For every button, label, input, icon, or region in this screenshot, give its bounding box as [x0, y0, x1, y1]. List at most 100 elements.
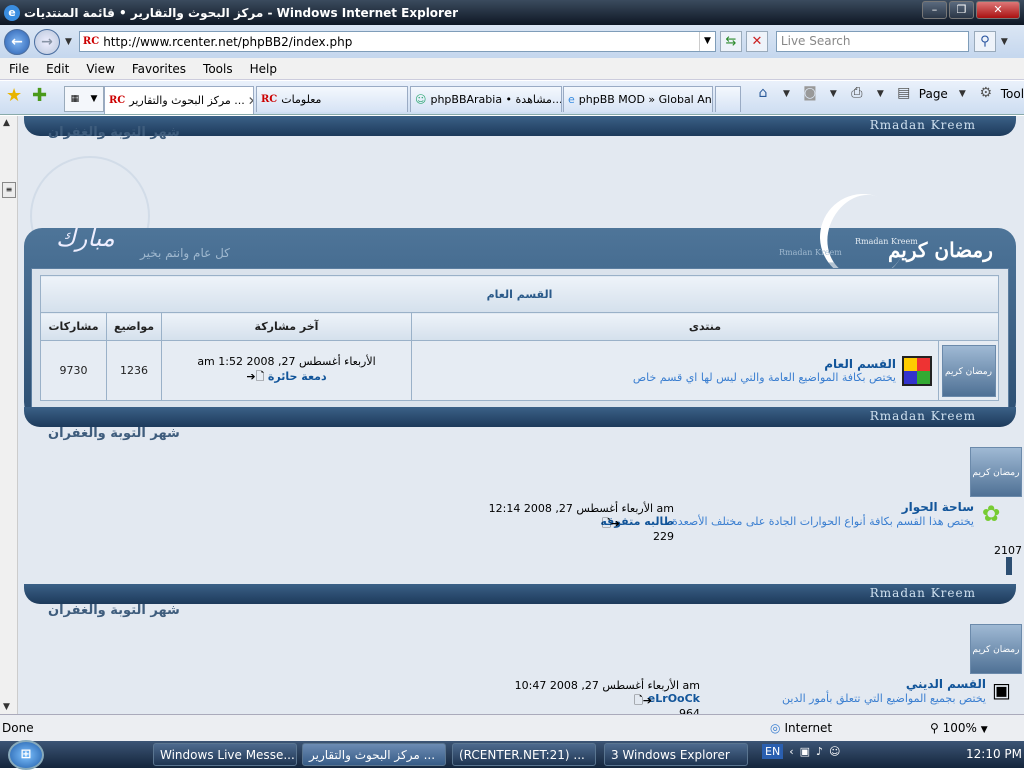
system-tray: EN ‹ ▣ ♪ ☺ [762, 744, 841, 759]
scroll-down-icon[interactable]: ▼ [3, 702, 10, 712]
clock[interactable]: 12:10 PM [966, 747, 1022, 761]
forum-name-link[interactable]: القسم الديني [906, 677, 986, 691]
refresh-button[interactable]: ⇆ [719, 31, 742, 52]
language-indicator[interactable]: EN [762, 744, 784, 759]
view-latest-post-icon[interactable]: 🗋➔ [246, 370, 264, 383]
network-icon[interactable]: ▣ [800, 745, 810, 758]
window-controls: – ❐ ✕ [922, 1, 1020, 19]
posts-count: 2107 [994, 544, 1022, 557]
window-title: مركز البحوث والتقارير • قائمة المنتديات … [24, 5, 459, 20]
taskbar-messenger[interactable]: Windows Live Messe... [153, 743, 297, 766]
last-post-user-link[interactable]: eLrOoCk [648, 692, 700, 705]
tab-close-icon[interactable]: ✕ [245, 94, 253, 108]
menu-edit[interactable]: Edit [37, 62, 77, 76]
start-button[interactable]: ⊞ [8, 739, 44, 770]
favorites-star-icon[interactable]: ★ [6, 85, 22, 106]
home-dropdown-icon[interactable]: ▼ [783, 89, 790, 99]
vertical-scrollbar[interactable]: ▲ ≡ ▼ [0, 116, 18, 714]
forum-name-link[interactable]: ساحة الحوار [902, 500, 974, 514]
close-button[interactable]: ✕ [976, 1, 1020, 19]
page-dropdown-icon[interactable]: ▼ [959, 89, 966, 99]
taskbar-ie[interactable]: مركز البحوث والتقارير ... [302, 743, 446, 766]
zoom-icon: ⚲ [930, 721, 939, 735]
section-title-3: شهر التوبة والغفران [48, 603, 180, 618]
maximize-button[interactable]: ❐ [949, 1, 974, 19]
page-menu[interactable]: Page [919, 87, 948, 101]
view-latest-post-icon[interactable]: 🗋➔ [602, 515, 620, 534]
rc-tab-icon: RC [109, 95, 126, 106]
tab-phpbbarabia[interactable]: ☺ phpBBArabia • مشاهدة... [410, 86, 562, 112]
view-latest-post-icon[interactable]: 🗋➔ [634, 692, 652, 711]
feeds-dropdown-icon[interactable]: ▼ [830, 89, 837, 99]
security-zone[interactable]: ◎ Internet [770, 721, 832, 735]
menu-help[interactable]: Help [241, 62, 285, 76]
topics-count: 964 [679, 707, 700, 714]
header-posts: مشاركات [40, 312, 107, 341]
ie-tab-icon: e [568, 93, 575, 106]
add-favorite-icon[interactable]: ✚ [32, 85, 47, 106]
scroll-thumb[interactable]: ≡ [2, 182, 16, 198]
forum-folder-icon: رمضان كريم [970, 624, 1022, 674]
tray-expand-icon[interactable]: ‹ [789, 745, 793, 758]
menu-favorites[interactable]: Favorites [123, 62, 194, 76]
feeds-icon[interactable]: ◙ [801, 85, 819, 103]
forum-description: يختص هذا القسم بكافة أنواع الحوارات الجا… [672, 515, 974, 528]
history-dropdown-icon[interactable]: ▼ [65, 37, 72, 47]
gear-icon: ⚙ [979, 85, 993, 101]
url-text[interactable]: http://www.rcenter.net/phpBB2/index.php [103, 35, 699, 49]
forum-info-cell: القسم العام يختص بكافة المواضيع العامة و… [411, 340, 939, 401]
print-icon[interactable]: ⎙ [848, 85, 866, 103]
search-options-icon[interactable]: ▼ [1001, 37, 1008, 47]
forum-description: يختص بجميع المواضيع التي تتعلق بأمور الد… [782, 692, 986, 705]
scroll-up-icon[interactable]: ▲ [3, 118, 10, 128]
table-row: رمضان كريم القسم العام يختص بكافة المواض… [40, 340, 999, 401]
search-button[interactable]: ⚲ [973, 31, 996, 52]
minimize-button[interactable]: – [922, 1, 947, 19]
forum-description: يختص بكافة المواضيع العامة والتي ليس لها… [632, 371, 896, 384]
topics-count: 229 [653, 530, 674, 543]
forward-button[interactable]: → [34, 28, 60, 55]
quick-tabs-button[interactable]: ▦ ▼ [64, 86, 104, 112]
menu-view[interactable]: View [77, 62, 122, 76]
volume-icon[interactable]: ♪ [816, 745, 823, 758]
tab-phpbbmod[interactable]: e phpBB MOD » Global An... [563, 86, 713, 112]
greeting-text: كل عام وانتم بخير [140, 246, 230, 260]
back-button[interactable]: ← [4, 28, 30, 55]
search-input[interactable]: Live Search [775, 31, 969, 52]
address-toolbar: ← → ▼ RC http://www.rcenter.net/phpBB2/i… [0, 25, 1024, 58]
ramadan-title: رمضان كريم [888, 238, 993, 262]
ie-logo-icon: e [4, 4, 20, 21]
zoom-dropdown-icon[interactable]: ▼ [981, 725, 988, 735]
tab-info[interactable]: RC معلومات [256, 86, 408, 112]
status-text: Done [2, 721, 34, 735]
tab-rcenter[interactable]: RC مركز البحوث والتقارير ... ✕ [104, 86, 254, 114]
tab-row: ★ ✚ ▦▼ RC مركز البحوث والتقارير ... ✕ RC… [0, 81, 1024, 115]
menu-bar: File Edit View Favorites Tools Help [0, 58, 1024, 80]
header-forum: منتدى [411, 312, 999, 341]
header-last-post: آخر مشاركة [161, 312, 412, 341]
messenger-tray-icon[interactable]: ☺ [829, 745, 840, 758]
globe-icon: ◎ [770, 721, 781, 735]
new-tab-button[interactable] [715, 86, 741, 112]
command-bar: ⌂ ▼ ◙ ▼ ⎙ ▼ ▤ Page ▼ ⚙ Tools ▼ [754, 85, 1024, 103]
print-dropdown-icon[interactable]: ▼ [877, 89, 884, 99]
menu-file[interactable]: File [0, 62, 37, 76]
home-icon[interactable]: ⌂ [754, 85, 772, 103]
forum-folder-icon: رمضان كريم [941, 344, 996, 397]
stop-button[interactable]: ✕ [745, 31, 768, 52]
forum-name-link[interactable]: القسم العام [633, 357, 896, 371]
category-caption[interactable]: القسم العام [40, 275, 999, 313]
menu-tools[interactable]: Tools [194, 62, 241, 76]
zoom-control[interactable]: ⚲ 100% ▼ [930, 721, 988, 735]
site-favicon-icon: RC [82, 36, 100, 47]
taskbar-explorer[interactable]: 3 Windows Explorer [604, 743, 748, 766]
tools-menu[interactable]: Tools [1001, 87, 1024, 101]
last-post-user-link[interactable]: دمعة حائرة [268, 370, 327, 383]
calligraphy-logo: مبارك [56, 224, 115, 252]
last-post-date: الأربعاء أغسطس 27, 2008 10:47 am [514, 679, 700, 692]
taskbar-ftp[interactable]: (RCENTER.NET:21) ... [452, 743, 596, 766]
address-field[interactable]: RC http://www.rcenter.net/phpBB2/index.p… [78, 31, 716, 52]
address-dropdown-icon[interactable]: ▼ [698, 32, 715, 51]
tab-label: معلومات [281, 93, 322, 106]
page-content: ▲ ≡ ▼ Rmadan Kreem شهر التوبة والغفران م… [0, 116, 1024, 714]
